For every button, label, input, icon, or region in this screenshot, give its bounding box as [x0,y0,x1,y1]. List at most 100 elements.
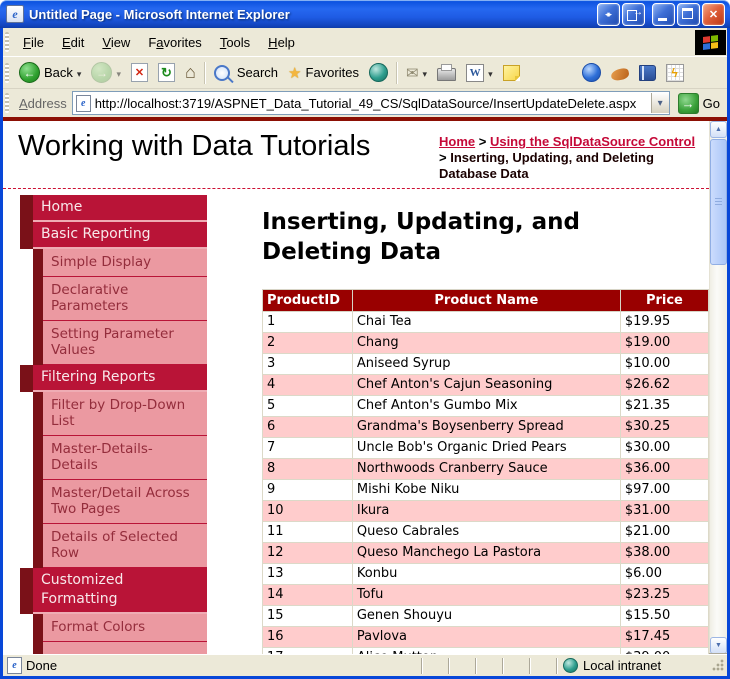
sidebar-section-basic-reporting[interactable]: Basic Reporting [20,222,207,249]
product-name-cell: Mishi Kobe Niku [352,480,620,501]
sidebar-indent [20,642,33,654]
mail-icon [406,64,419,82]
messenger-button[interactable] [577,61,606,84]
sidebar-item-label: Format Colors [43,614,207,642]
edit-with-word-button[interactable] [461,62,498,84]
security-zone-pane: Local intranet [556,658,707,674]
vertical-scrollbar[interactable] [709,121,727,654]
breadcrumb-link-using-the-sqldatasource-control[interactable]: Using the SqlDataSource Control [490,134,695,149]
sidebar-accent-strip [33,614,43,642]
column-header-price: Price [620,290,708,312]
page-body: HomeBasic ReportingSimple DisplayDeclara… [3,189,709,654]
minimize-icon[interactable] [652,3,675,26]
sidebar-item-simple-display[interactable]: Simple Display [20,249,207,277]
scroll-up-button[interactable] [710,121,727,138]
sidebar-accent-strip [33,642,43,654]
price-cell: $17.45 [620,627,708,648]
favorites-label: Favorites [306,65,359,80]
print-button[interactable] [432,62,461,83]
sidebar-item-label: Setting Parameter Values [43,321,207,365]
sidebar-indent [20,614,33,642]
browser-viewport: Working with Data Tutorials Home > Using… [3,121,727,654]
address-input[interactable]: http://localhost:3719/ASPNET_Data_Tutori… [72,91,670,115]
price-cell: $31.00 [620,501,708,522]
statusbar-pane [448,658,471,674]
sidebar-item-label: Declarative Parameters [43,277,207,321]
product-name-cell: Chef Anton's Gumbo Mix [352,396,620,417]
window-title: Untitled Page - Microsoft Internet Explo… [29,7,590,22]
browser-window: Untitled Page - Microsoft Internet Explo… [0,0,730,679]
notes-icon [503,65,520,81]
product-id-cell: 15 [263,606,353,627]
product-name-cell: Pavlova [352,627,620,648]
menu-file[interactable]: File [14,32,53,53]
sidebar-item-format-colors[interactable]: Format Colors [20,614,207,642]
sidebar-item-setting-parameter-values[interactable]: Setting Parameter Values [20,321,207,365]
related-button[interactable] [606,63,634,82]
address-dropdown-button[interactable] [651,93,669,113]
research-button[interactable] [634,63,661,83]
close-icon[interactable] [702,3,725,26]
sidebar-item-master-detail-across-two-pages[interactable]: Master/Detail Across Two Pages [20,480,207,524]
menu-favorites[interactable]: Favorites [139,32,210,53]
breadcrumb-link-home[interactable]: Home [439,134,475,149]
product-id-cell: 17 [263,648,353,655]
sidebar-item-filter-by-drop-down-list[interactable]: Filter by Drop-Down List [20,392,207,436]
binary-addon-button[interactable] [661,62,689,84]
history-button[interactable] [364,61,393,84]
toolbar-grip-handle[interactable] [5,63,9,83]
web-page: Working with Data Tutorials Home > Using… [3,121,709,654]
maximize-icon[interactable] [677,3,700,26]
forward-button[interactable] [86,60,126,85]
resize-grip[interactable] [711,658,725,673]
sidebar-item-declarative-parameters[interactable]: Declarative Parameters [20,277,207,321]
table-row: 13Konbu$6.00 [263,564,709,585]
sidebar-section-home[interactable]: Home [20,195,207,222]
sidebar-item-details-of-selected-row[interactable]: Details of Selected Row [20,524,207,568]
scrollbar-track[interactable] [710,266,727,637]
undock-icon[interactable] [622,3,645,26]
back-button[interactable]: Back [14,60,86,85]
binary-icon [666,64,684,82]
product-name-cell: Uncle Bob's Organic Dried Pears [352,438,620,459]
product-id-cell: 4 [263,375,353,396]
product-id-cell: 6 [263,417,353,438]
split-view-icon[interactable] [597,3,620,26]
scrollbar-thumb[interactable] [710,139,727,265]
search-button[interactable]: Search [209,63,283,83]
toolbar: Back Search Favorites [3,56,727,88]
menu-view[interactable]: View [93,32,139,53]
title-bar[interactable]: Untitled Page - Microsoft Internet Explo… [0,0,730,28]
refresh-button[interactable] [153,61,180,84]
sidebar-section-filtering-reports[interactable]: Filtering Reports [20,365,207,392]
product-id-cell: 12 [263,543,353,564]
addressbar-grip-handle[interactable] [5,93,9,113]
favorites-icon [288,64,301,82]
sidebar-accent-strip [33,321,43,365]
sidebar-accent-strip [33,277,43,321]
sidebar-section-customized-formatting[interactable]: Customized Formatting [20,568,207,614]
stop-icon [131,63,148,82]
home-button[interactable] [180,60,201,85]
toolbar-separator [204,62,206,84]
sidebar-item-master-details-details[interactable]: Master-Details-Details [20,436,207,480]
research-icon [639,65,656,81]
menu-help[interactable]: Help [259,32,304,53]
back-label: Back [44,65,73,80]
go-button[interactable]: Go [675,93,723,114]
scroll-down-button[interactable] [710,637,727,654]
sidebar-accent-block [20,365,33,392]
sidebar-indent [20,277,33,321]
notes-button[interactable] [498,63,525,83]
product-name-cell: Alice Mutton [352,648,620,655]
menubar-grip-handle[interactable] [5,32,9,52]
menu-tools[interactable]: Tools [211,32,259,53]
sidebar-item-item[interactable] [20,642,207,654]
table-row: 4Chef Anton's Cajun Seasoning$26.62 [263,375,709,396]
stop-button[interactable] [126,61,153,84]
page-header: Working with Data Tutorials Home > Using… [3,121,709,182]
url-text[interactable]: http://localhost:3719/ASPNET_Data_Tutori… [95,96,647,111]
menu-edit[interactable]: Edit [53,32,93,53]
mail-button[interactable] [401,62,432,84]
favorites-button[interactable]: Favorites [283,62,364,84]
